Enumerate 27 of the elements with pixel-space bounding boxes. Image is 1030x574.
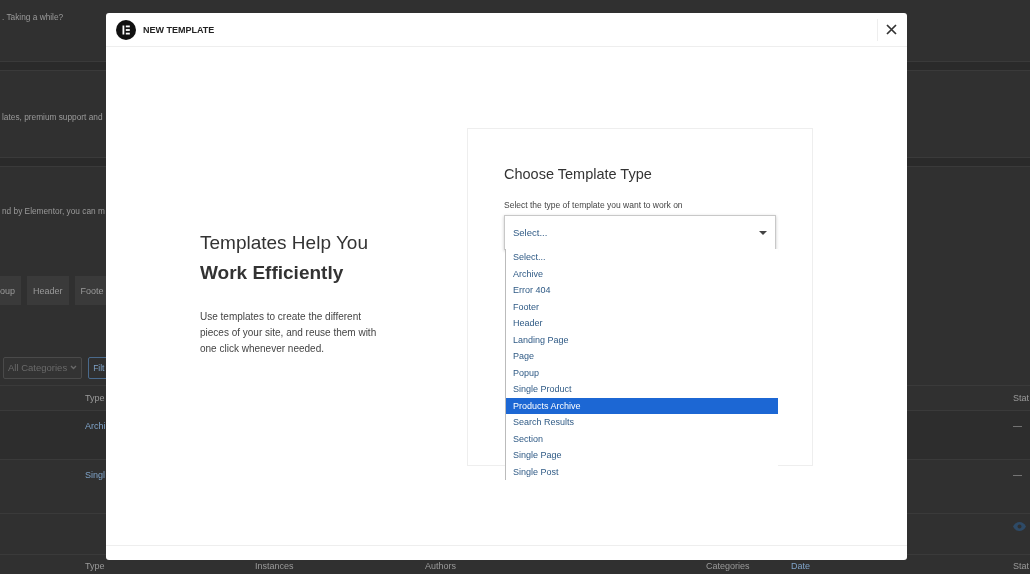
table-cell-text: — bbox=[1013, 421, 1023, 432]
caret-icon bbox=[759, 230, 767, 235]
logo-icon bbox=[116, 19, 136, 40]
column-header: Stat bbox=[1013, 392, 1030, 403]
column-header: Type bbox=[85, 392, 106, 403]
form-title: Choose Template Type bbox=[504, 166, 653, 182]
close-icon bbox=[886, 24, 897, 35]
column-header[interactable]: Date bbox=[791, 561, 1013, 572]
dialog-title: NEW TEMPLATE bbox=[143, 24, 216, 35]
filter-tab[interactable]: oup bbox=[0, 275, 22, 306]
column-header: Stat bbox=[1013, 561, 1030, 572]
column-header: Categories bbox=[706, 561, 751, 572]
column-header: Instances bbox=[255, 561, 295, 572]
intro-heading: Templates Help You bbox=[200, 231, 369, 255]
notice-text: nd by Elementor, you can m bbox=[2, 206, 105, 217]
chevron-icon bbox=[70, 365, 78, 371]
field-label: Select the type of template you want to work on bbox=[504, 200, 684, 210]
filter-tab[interactable]: Header bbox=[27, 275, 69, 306]
close-button[interactable] bbox=[877, 18, 897, 41]
eye-icon bbox=[1013, 522, 1026, 532]
notice-text: lates, premium support and bbox=[2, 111, 103, 122]
column-header: Authors bbox=[425, 561, 458, 572]
intro-heading: Work Efficiently bbox=[200, 261, 345, 285]
intro-text: Use templates to create the different pieces of your site, and reuse them with one click whenever needed. bbox=[200, 310, 378, 356]
column-header: Type bbox=[85, 561, 106, 572]
notice-text: . Taking a while? bbox=[2, 12, 64, 22]
table-cell-text: — bbox=[1013, 470, 1023, 481]
